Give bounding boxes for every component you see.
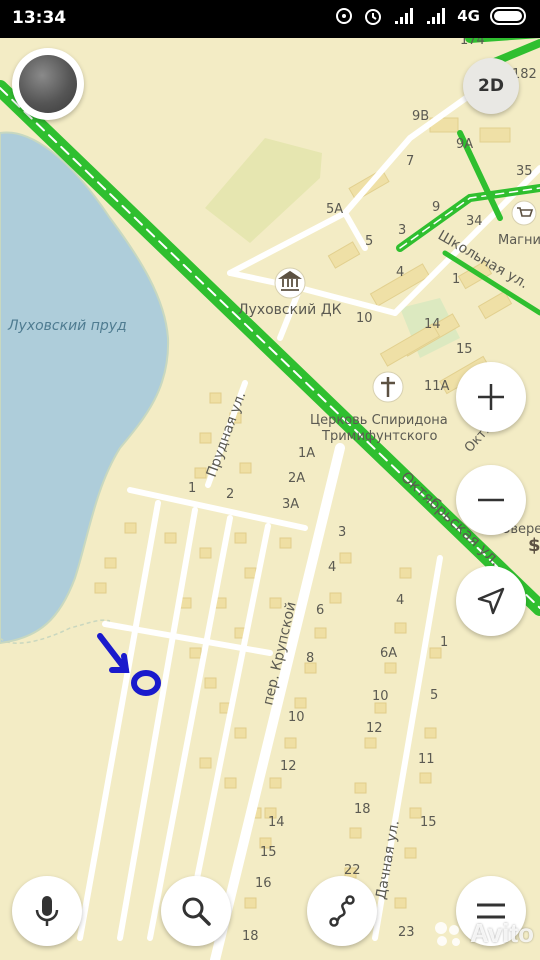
house-number: 4 [328,560,336,575]
avito-watermark: Avito [432,918,534,949]
house-number: 16 [255,876,272,891]
house-number: 15 [420,815,437,830]
battery-icon [490,7,526,25]
view-mode-button[interactable]: 2D [463,58,519,114]
house-number: 1А [298,446,315,461]
house-number: 3 [338,525,346,540]
house-number: 11А [424,379,450,394]
alarm-icon [365,9,382,25]
avito-logo-icon [435,921,460,946]
house-number: 1 [188,481,196,496]
watermark-text: Avito [470,918,535,948]
house-number: 3А [282,497,299,512]
house-number: 11 [418,752,435,767]
house-number: 2А [288,471,305,486]
house-number: 6А [380,646,397,661]
route-icon [329,895,355,927]
microphone-icon [35,896,59,926]
house-number: 9 [432,200,440,215]
house-number: 18 [354,802,371,817]
house-number: 23 [398,925,415,940]
currency-sign: $ [528,535,540,556]
poi-dk-label: Луховский ДК [238,302,342,318]
hotspot-icon [336,8,353,24]
house-number: 2 [226,487,234,502]
signal-icon [427,8,446,24]
house-number: 3 [398,223,406,238]
house-number: 8 [306,651,314,666]
house-number: 9А [456,137,473,152]
house-number: 5 [430,688,438,703]
house-number: 4 [396,593,404,608]
house-number: 5А [326,202,343,217]
voice-search-button[interactable] [12,876,82,946]
search-icon [182,897,211,926]
house-number: 4 [396,265,404,280]
house-number: 6 [316,603,324,618]
locate-me-button[interactable] [456,566,526,636]
signal-icon [395,8,414,24]
search-button[interactable] [161,876,231,946]
house-number: 15 [260,845,277,860]
view-mode-label: 2D [478,76,504,96]
pond-label: Луховский пруд [7,318,127,334]
house-number: 174 [460,38,485,48]
house-number: 14 [424,317,441,332]
zoom-in-button[interactable] [456,362,526,432]
house-number: 1 [452,272,460,287]
house-number: 9В [412,109,429,124]
house-number: 15 [456,342,473,357]
profile-button[interactable] [12,48,84,120]
avatar [19,55,77,113]
culture-poi-icon [274,267,306,299]
navigation-arrow-icon [477,587,505,615]
route-button[interactable] [307,876,377,946]
status-time: 13:34 [12,8,67,28]
house-number: 5 [365,234,373,249]
house-number: 10 [288,710,305,725]
house-number: 12 [280,759,297,774]
minus-icon [478,498,504,502]
shop-poi-icon [511,200,537,226]
network-type: 4G [457,7,480,25]
shop-label: Магни [498,233,540,248]
church-label-2: Тримифунтского [321,429,438,444]
house-number: 1 [440,635,448,650]
church-poi-icon [372,371,404,403]
house-number: 12 [366,721,383,736]
plus-icon [478,384,504,410]
church-label-1: Церковь Спиридона [310,413,448,428]
house-number: 10 [356,311,373,326]
status-bar: 13:34 4G [0,0,540,38]
zoom-out-button[interactable] [456,465,526,535]
house-number: 14 [268,815,285,830]
house-number: 35 [516,164,533,179]
house-number: 18 [242,929,259,944]
house-number: 34 [466,214,483,229]
house-number: 7 [406,154,414,169]
house-number: 10 [372,689,389,704]
